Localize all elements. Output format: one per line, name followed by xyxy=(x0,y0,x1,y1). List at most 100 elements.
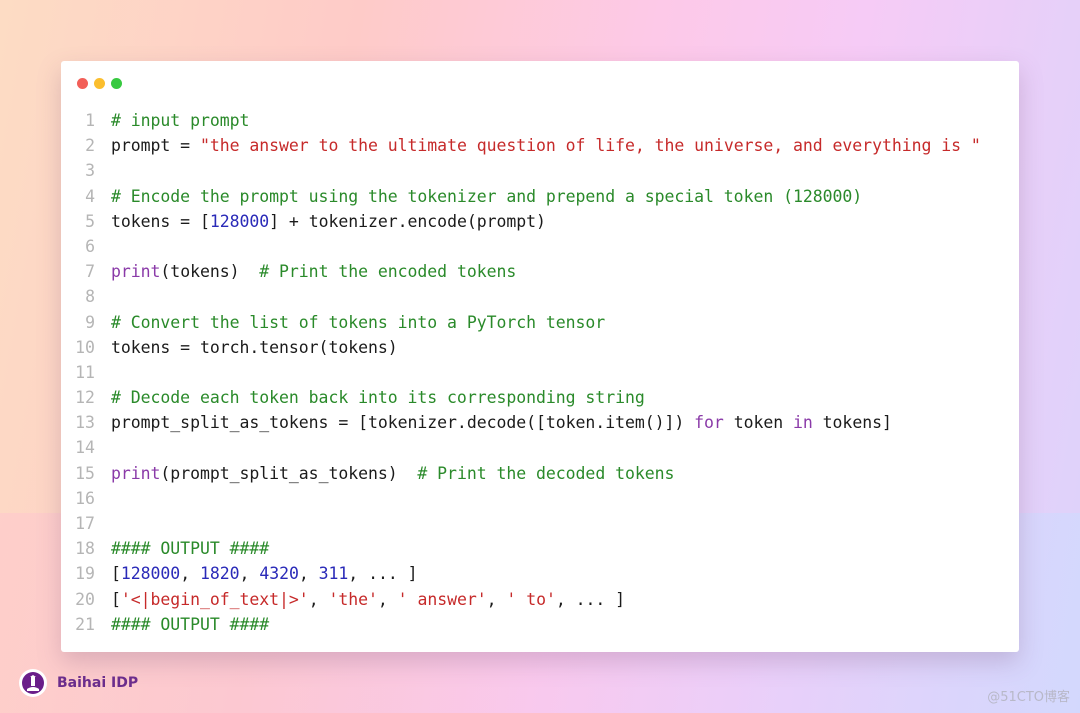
code-line: 4 # Encode the prompt using the tokenizer… xyxy=(61,184,981,209)
code-token-num: 128000 xyxy=(120,564,181,584)
code-token-num: 311 xyxy=(318,564,349,584)
line-number: 20 xyxy=(75,589,95,609)
code-line: 21 #### OUTPUT #### xyxy=(61,612,981,637)
code-token-plain: tokens] xyxy=(812,413,892,433)
line-number: 17 xyxy=(75,514,95,533)
code-text: print(tokens) # Print the encoded tokens xyxy=(111,259,516,284)
close-dot-icon[interactable] xyxy=(77,78,88,89)
code-line: 16 xyxy=(61,486,981,511)
code-token-num: 4320 xyxy=(259,564,299,584)
brand: Baihai IDP xyxy=(19,669,138,697)
code-line: 12 # Decode each token back into its corr… xyxy=(61,385,981,410)
code-token-plain: , xyxy=(239,564,260,584)
code-token-plain: , ... ] xyxy=(348,564,418,584)
code-token-plain: prompt_split_as_tokens = [tokenizer.deco… xyxy=(111,413,695,433)
line-number: 16 xyxy=(75,488,95,508)
line-number: 4 xyxy=(85,186,95,206)
code-token-plain: , xyxy=(308,589,329,609)
code-token-str: "the answer to the ultimate question of … xyxy=(199,136,981,156)
code-token-plain: , xyxy=(180,564,200,584)
code-token-num: 128000 xyxy=(209,211,270,231)
code-token-plain: [ xyxy=(111,564,121,584)
code-text: tokens = [128000] + tokenizer.encode(pro… xyxy=(111,209,546,234)
code-token-str: ' answer' xyxy=(397,589,487,609)
code-token-cm: # Print the encoded tokens xyxy=(259,262,517,282)
line-number: 2 xyxy=(85,136,95,156)
line-number: 19 xyxy=(75,564,95,584)
code-token-cm: # Decode each token back into its corres… xyxy=(111,388,645,408)
line-number: 3 xyxy=(85,161,95,181)
line-number: 11 xyxy=(75,362,95,382)
brand-name: Baihai IDP xyxy=(57,675,139,691)
line-number: 1 xyxy=(85,111,95,130)
code-token-kw: in xyxy=(793,413,813,433)
code-line: 5 tokens = [128000] + tokenizer.encode(pr… xyxy=(61,209,981,234)
line-number: 8 xyxy=(85,287,95,307)
code-window: 1 # input prompt 2 prompt = "the answer to … xyxy=(61,61,1019,652)
lighthouse-icon xyxy=(19,669,47,697)
code-line: 3 xyxy=(61,158,981,183)
code-text: #### OUTPUT #### xyxy=(111,536,269,561)
code-text: [128000, 1820, 4320, 311, ... ] xyxy=(111,561,418,586)
line-number: 9 xyxy=(85,312,95,332)
code-token-str: '<|begin_of_text|>' xyxy=(120,589,309,609)
code-token-kw: print xyxy=(111,262,161,282)
code-text: # Convert the list of tokens into a PyTo… xyxy=(111,310,605,335)
code-text: prompt = "the answer to the ultimate que… xyxy=(111,133,981,158)
watermark: @51CTO博客 xyxy=(987,690,1070,705)
code-line: 13 prompt_split_as_tokens = [tokenizer.de… xyxy=(61,410,981,435)
line-number: 14 xyxy=(75,438,95,458)
code-token-plain: , xyxy=(486,589,507,609)
code-text: print(prompt_split_as_tokens) # Print th… xyxy=(111,461,674,486)
code-text: ['<|begin_of_text|>', 'the', ' answer' , … xyxy=(111,587,625,612)
code-token-plain: tokens = torch.tensor(tokens) xyxy=(111,337,398,357)
code-token-cm: # Encode the prompt using the tokenizer … xyxy=(111,186,863,206)
code-token-plain: (tokens) xyxy=(160,262,260,282)
code-token-cm: # input prompt xyxy=(111,111,250,130)
code-line: 1 # input prompt xyxy=(61,108,981,133)
line-number: 21 xyxy=(75,614,95,634)
code-line: 20 ['<|begin_of_text|>', 'the', ' answer'… xyxy=(61,587,981,612)
code-token-plain: token xyxy=(723,413,793,433)
code-token-cm: # Convert the list of tokens into a PyTo… xyxy=(111,312,606,332)
line-number: 13 xyxy=(75,413,95,433)
line-number: 7 xyxy=(85,262,95,282)
code-token-cm: #### OUTPUT #### xyxy=(111,539,270,559)
code-line: 8 xyxy=(61,284,981,309)
code-line: 7 print(tokens) # Print the encoded token… xyxy=(61,259,981,284)
code-text: prompt_split_as_tokens = [tokenizer.deco… xyxy=(111,410,892,435)
code-token-cm: #### OUTPUT #### xyxy=(111,614,270,634)
code-token-str: ' to' xyxy=(506,589,556,609)
code-text: # Encode the prompt using the tokenizer … xyxy=(111,184,862,209)
line-number: 6 xyxy=(85,236,95,256)
code-text: # Decode each token back into its corres… xyxy=(111,385,645,410)
code-line: 6 xyxy=(61,234,981,259)
window-controls xyxy=(77,78,122,89)
line-number: 10 xyxy=(75,337,95,357)
maximize-dot-icon[interactable] xyxy=(111,78,122,89)
code-token-plain: tokens = [ xyxy=(111,211,210,231)
minimize-dot-icon[interactable] xyxy=(94,78,105,89)
code-text: # input prompt xyxy=(111,108,249,133)
code-line: 17 xyxy=(61,511,981,536)
code-token-plain: ] + tokenizer.encode(prompt) xyxy=(269,211,546,231)
code-line: 19 [128000, 1820, 4320, 311, ... ] xyxy=(61,561,981,586)
code-token-plain: prompt = xyxy=(111,136,200,156)
code-token-plain: , ... ] xyxy=(555,589,626,609)
line-number: 18 xyxy=(75,539,95,559)
code-token-cm: # Print the decoded tokens xyxy=(417,463,675,483)
line-number: 12 xyxy=(75,388,95,408)
code-token-plain: [ xyxy=(111,589,121,609)
line-number: 5 xyxy=(85,211,95,231)
code-line: 10 tokens = torch.tensor(tokens) xyxy=(61,335,981,360)
code-token-num: 1820 xyxy=(199,564,240,584)
code-block: 1 # input prompt 2 prompt = "the answer to … xyxy=(61,108,981,637)
code-token-plain: (prompt_split_as_tokens) xyxy=(160,463,418,483)
code-token-kw: for xyxy=(694,413,724,433)
code-line: 15 print(prompt_split_as_tokens) # Print … xyxy=(61,461,981,486)
code-token-kw: print xyxy=(111,463,161,483)
code-line: 18 #### OUTPUT #### xyxy=(61,536,981,561)
code-token-plain: , xyxy=(298,564,319,584)
code-token-str: 'the' xyxy=(328,589,378,609)
code-line: 14 xyxy=(61,435,981,460)
